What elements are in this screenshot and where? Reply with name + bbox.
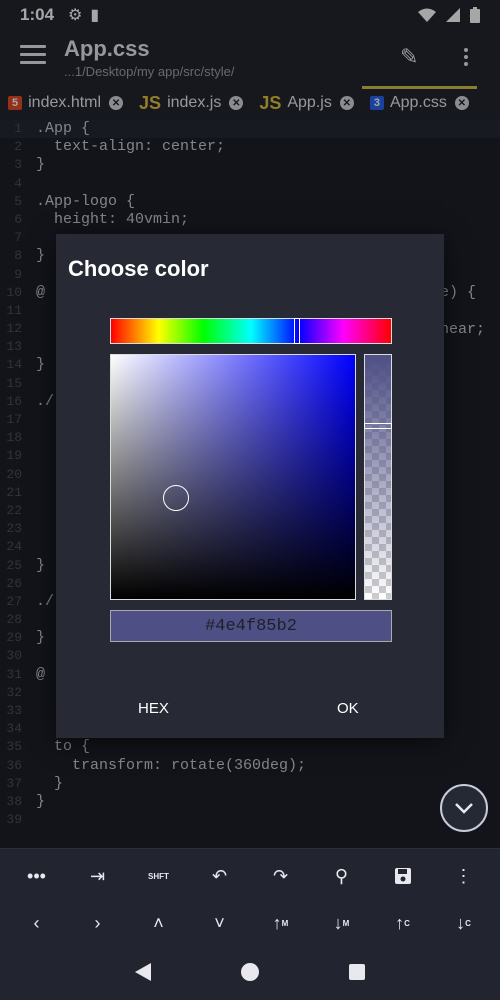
scroll-down-button[interactable] [440, 784, 488, 832]
redo-icon[interactable]: ↷ [261, 858, 301, 894]
copy-line-down-icon[interactable]: ↓ C [444, 905, 484, 941]
editor-toolbar-primary: ••• ⇥ SHFT ↶ ↷ ⚲ ⋮ [0, 848, 500, 903]
back-icon[interactable] [135, 962, 151, 981]
more-vert-icon[interactable]: ⋮ [444, 858, 484, 894]
ok-button[interactable]: OK [337, 700, 359, 717]
more-horiz-icon[interactable]: ••• [17, 858, 57, 894]
undo-icon[interactable]: ↶ [200, 858, 240, 894]
color-selector-thumb[interactable] [163, 485, 189, 511]
shift-key[interactable]: SHFT [139, 858, 179, 894]
alpha-slider[interactable] [364, 354, 392, 600]
chevron-down-icon [455, 803, 473, 814]
tab-icon[interactable]: ⇥ [78, 858, 118, 894]
editor-toolbar-navigation: ‹ › ˄ ˅ ↑ M ↓ M ↑ C ↓ C [0, 903, 500, 943]
dialog-title: Choose color [68, 256, 209, 281]
saturation-value-picker[interactable] [110, 354, 356, 600]
search-icon[interactable]: ⚲ [322, 858, 362, 894]
color-picker-dialog: Choose color #4e4f85b2 HEX OK [56, 234, 444, 738]
move-line-up-icon[interactable]: ↑ M [261, 905, 301, 941]
alpha-slider-thumb[interactable] [364, 423, 392, 429]
recents-icon[interactable] [349, 963, 365, 980]
hue-slider-thumb[interactable] [294, 318, 300, 344]
move-line-down-icon[interactable]: ↓ M [322, 905, 362, 941]
shift-label: SHFT [148, 871, 169, 881]
arrow-right-icon[interactable]: › [78, 905, 118, 941]
hex-value-field[interactable]: #4e4f85b2 [110, 610, 392, 642]
hue-slider[interactable] [110, 318, 392, 344]
arrow-down-icon[interactable]: ˅ [200, 905, 240, 941]
system-nav-bar [0, 943, 500, 1000]
home-icon[interactable] [241, 962, 259, 981]
arrow-up-icon[interactable]: ˄ [139, 905, 179, 941]
hex-button[interactable]: HEX [138, 700, 169, 717]
copy-line-up-icon[interactable]: ↑ C [383, 905, 423, 941]
arrow-left-icon[interactable]: ‹ [17, 905, 57, 941]
save-icon[interactable] [383, 858, 423, 894]
